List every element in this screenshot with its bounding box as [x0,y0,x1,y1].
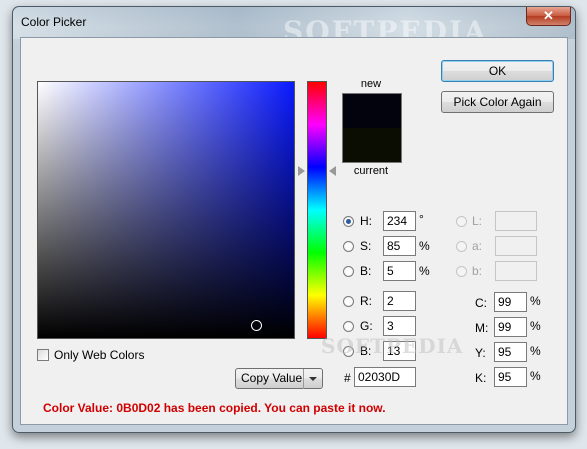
close-button[interactable]: ✕ [526,7,571,26]
yellow-input[interactable]: 95 [494,342,527,362]
color-picker-window: SOFTPEDIA Color Picker ✕ new current OK … [12,6,576,433]
red-label: R: [360,294,372,308]
hue-slider-left-arrow[interactable] [298,165,305,176]
saturation-radio[interactable] [343,241,354,252]
black-label: K: [475,371,487,385]
saturation-unit: % [419,239,430,253]
cyan-label: C: [475,296,487,310]
red-input[interactable]: 2 [383,291,416,311]
current-color-swatch[interactable] [343,128,401,162]
magenta-input[interactable]: 99 [494,317,527,337]
black-unit: % [530,369,541,383]
hex-input[interactable]: 02030D [354,367,416,387]
new-color-swatch [343,94,401,128]
status-message: Color Value: 0B0D02 has been copied. You… [43,401,386,415]
yellow-label: Y: [475,346,486,360]
window-title: Color Picker [21,15,87,29]
green-input[interactable]: 3 [383,316,416,336]
pick-color-again-button[interactable]: Pick Color Again [441,91,554,113]
chevron-down-icon[interactable] [303,369,322,389]
lab-l-radio[interactable] [456,216,467,227]
green-label: G: [360,319,373,333]
brightness-radio[interactable] [343,266,354,277]
color-preview [342,93,402,163]
hex-hash-label: # [344,371,351,385]
black-input[interactable]: 95 [494,367,527,387]
magenta-unit: % [530,319,541,333]
copy-value-label: Copy Value [241,371,303,385]
lab-b-radio[interactable] [456,266,467,277]
cyan-input[interactable]: 99 [494,292,527,312]
hue-slider-right-arrow[interactable] [329,165,336,176]
lab-b-label: b: [472,264,483,278]
lab-a-input[interactable] [495,236,537,256]
color-field-cursor[interactable] [250,320,262,332]
hue-input[interactable]: 234 [383,211,416,231]
hue-radio[interactable] [343,216,354,227]
lab-l-label: L: [472,214,483,228]
magenta-label: M: [475,321,489,335]
green-radio[interactable] [343,321,354,332]
cyan-unit: % [530,294,541,308]
new-color-label: new [360,78,382,90]
only-web-colors-label[interactable]: Only Web Colors [54,348,144,362]
saturation-label: S: [360,239,372,253]
lab-a-label: a: [472,239,483,253]
dialog-client-area: new current OK Pick Color Again H: 234 °… [20,37,568,425]
red-radio[interactable] [343,296,354,307]
only-web-colors-checkbox[interactable] [37,349,49,361]
saturation-input[interactable]: 85 [383,236,416,256]
ok-button[interactable]: OK [441,60,554,82]
copy-value-dropdown[interactable]: Copy Value [235,368,323,389]
hue-label: H: [360,214,372,228]
brightness-label: B: [360,264,372,278]
softpedia-watermark-overlay: SOFTPEDIA [321,334,464,358]
lab-l-input[interactable] [495,211,537,231]
current-color-label: current [353,165,389,177]
brightness-input[interactable]: 5 [383,261,416,281]
lab-a-radio[interactable] [456,241,467,252]
yellow-unit: % [530,344,541,358]
hue-slider[interactable] [307,81,327,339]
degree-unit: ° [419,212,424,226]
saturation-brightness-field[interactable] [37,81,295,339]
brightness-unit: % [419,264,430,278]
lab-b-input[interactable] [495,261,537,281]
